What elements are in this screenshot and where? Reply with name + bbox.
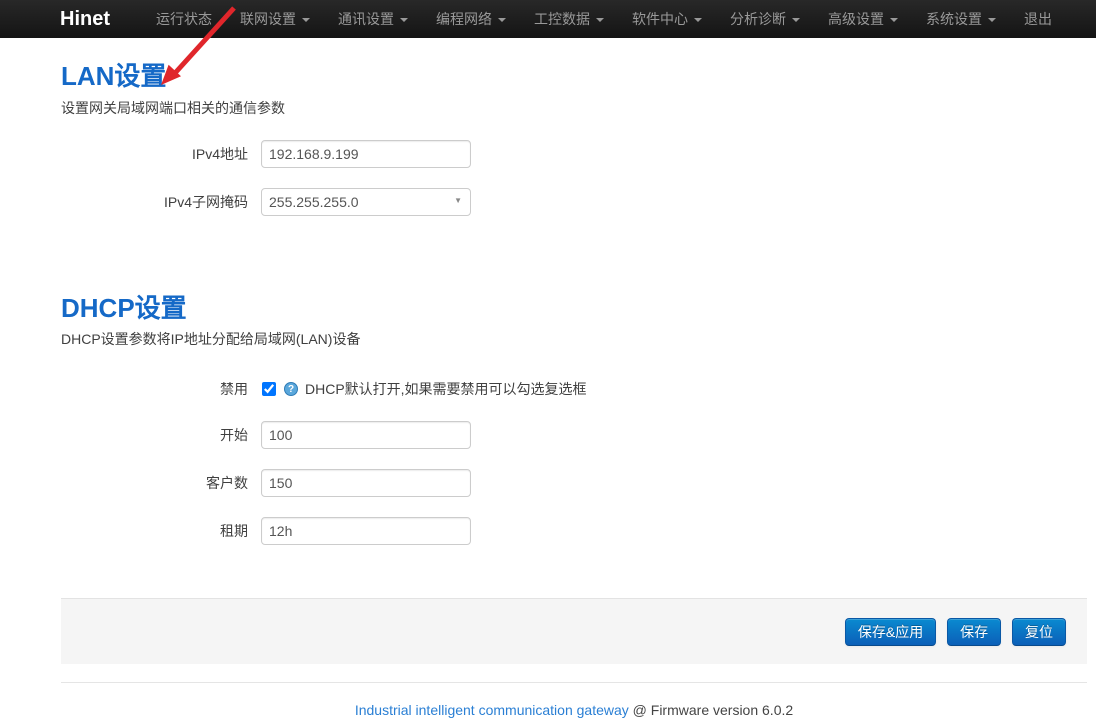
lan-settings-page: { "navbar": { "brand": "Hinet", "items":… [0,0,1096,689]
reset-button[interactable]: 复位 [1012,618,1066,646]
main-content: LAN设置 设置网关局域网端口相关的通信参数 IPv4地址 IPv4子网掩码 2… [61,62,1087,718]
caret-down-icon [792,18,800,22]
section-spacer [61,236,1087,270]
nav-item-run-status[interactable]: 运行状态 [142,0,226,38]
nav-item-system-settings[interactable]: 系统设置 [912,0,1010,38]
nav-item-analysis-diagnosis[interactable]: 分析诊断 [716,0,814,38]
dhcp-clients-input[interactable] [261,469,471,497]
question-circle-icon: ? [284,382,298,396]
caret-down-icon [694,18,702,22]
ipv4-address-row: IPv4地址 [61,140,1087,168]
caret-down-icon [498,18,506,22]
nav-menu: 运行状态 联网设置 通讯设置 编程网络 工控数据 软件中心 分析诊断 高级设置 … [142,0,1066,38]
caret-down-icon [302,18,310,22]
footer-gateway-link[interactable]: Industrial intelligent communication gat… [355,702,629,718]
dhcp-disable-checkbox[interactable] [262,382,276,396]
nav-item-programming-network[interactable]: 编程网络 [422,0,520,38]
save-button[interactable]: 保存 [947,618,1001,646]
caret-down-icon [596,18,604,22]
save-apply-button[interactable]: 保存&应用 [845,618,936,646]
action-bar: 保存&应用 保存 复位 [61,598,1087,664]
page-footer: Industrial intelligent communication gat… [61,682,1087,718]
dhcp-lease-label: 租期 [61,521,248,541]
dhcp-lease-input[interactable] [261,517,471,545]
nav-item-advanced-settings[interactable]: 高级设置 [814,0,912,38]
dhcp-start-label: 开始 [61,425,248,445]
top-navbar: Hinet 运行状态 联网设置 通讯设置 编程网络 工控数据 软件中心 分析诊断… [0,0,1096,38]
lan-section-subtitle: 设置网关局域网端口相关的通信参数 [61,98,1087,118]
dhcp-clients-label: 客户数 [61,473,248,493]
dhcp-section-title: DHCP设置 [61,294,1087,323]
ipv4-address-input[interactable] [261,140,471,168]
ipv4-netmask-select[interactable]: 255.255.255.0 [261,188,471,216]
caret-down-icon [890,18,898,22]
lan-section-title: LAN设置 [61,62,1087,91]
dhcp-disable-row: 禁用 ? DHCP默认打开,如果需要禁用可以勾选复选框 [61,379,1087,399]
dhcp-lease-row: 租期 [61,517,1087,545]
dhcp-disable-label: 禁用 [61,379,248,399]
dhcp-section-subtitle: DHCP设置参数将IP地址分配给局域网(LAN)设备 [61,329,1087,349]
nav-item-logout[interactable]: 退出 [1010,0,1066,38]
nav-item-network-settings[interactable]: 联网设置 [226,0,324,38]
nav-item-industrial-data[interactable]: 工控数据 [520,0,618,38]
nav-item-software-center[interactable]: 软件中心 [618,0,716,38]
dhcp-start-row: 开始 [61,421,1087,449]
nav-item-comm-settings[interactable]: 通讯设置 [324,0,422,38]
ipv4-address-label: IPv4地址 [61,144,248,164]
ipv4-netmask-row: IPv4子网掩码 255.255.255.0 ▼ [61,188,1087,216]
caret-down-icon [988,18,996,22]
brand-logo[interactable]: Hinet [60,8,110,31]
ipv4-netmask-label: IPv4子网掩码 [61,192,248,212]
footer-firmware-text: @ Firmware version 6.0.2 [629,702,793,718]
ipv4-netmask-select-wrap: 255.255.255.0 ▼ [261,188,471,216]
dhcp-start-input[interactable] [261,421,471,449]
dhcp-disable-description: DHCP默认打开,如果需要禁用可以勾选复选框 [305,379,587,399]
caret-down-icon [400,18,408,22]
dhcp-clients-row: 客户数 [61,469,1087,497]
